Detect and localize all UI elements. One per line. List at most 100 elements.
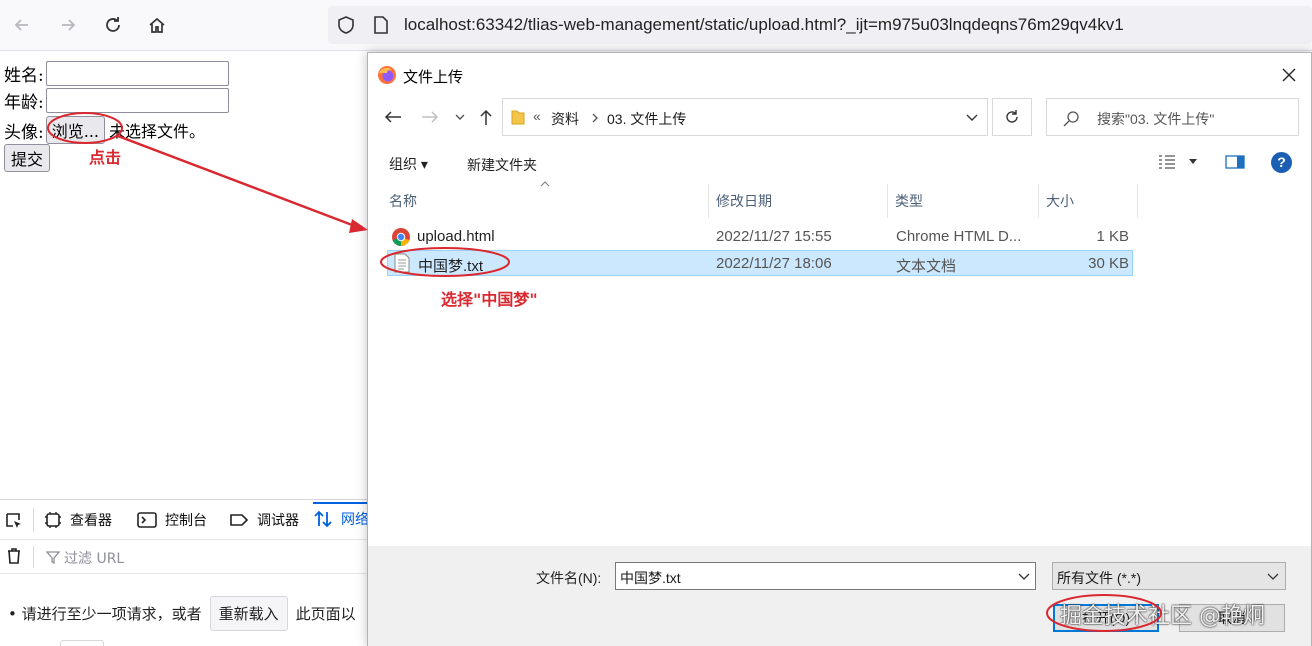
view-list-icon[interactable] — [1158, 154, 1176, 170]
url-text[interactable]: localhost:63342/tlias-web-management/sta… — [404, 15, 1124, 35]
reload-icon — [106, 17, 120, 32]
up-arrow-icon[interactable] — [478, 108, 494, 126]
folder-icon — [511, 110, 525, 125]
back-button[interactable] — [9, 12, 35, 38]
refresh-icon — [1006, 110, 1018, 123]
file-upload-dialog: 文件上传 « 资料 03. 文件上传 搜索"03. 文件上传" 组织 ▾ 新建文… — [367, 52, 1312, 646]
filter-url-input[interactable]: 过滤 URL — [64, 548, 124, 568]
filename-input[interactable]: 中国梦.txt — [615, 562, 1036, 590]
reload-button[interactable] — [100, 12, 126, 38]
dialog-title: 文件上传 — [403, 69, 464, 86]
shield-icon[interactable] — [336, 15, 356, 35]
message-prefix: • 请进行至少一项请求，或者 — [8, 605, 202, 623]
organize-menu[interactable]: 组织 ▾ — [389, 154, 428, 174]
recent-chevron-down-icon[interactable] — [454, 112, 466, 122]
file-size: 1 KB — [1096, 228, 1129, 245]
search-placeholder: 搜索"03. 文件上传" — [1097, 111, 1215, 127]
avatar-row: 头像: 浏览... 未选择文件。 — [4, 116, 205, 144]
arrow-right-icon — [62, 19, 76, 31]
network-arrows-icon — [314, 510, 332, 528]
file-name: 中国梦.txt — [418, 258, 484, 275]
element-picker-icon[interactable] — [4, 511, 24, 531]
message-suffix: 此页面以 — [295, 605, 356, 623]
address-bar[interactable]: localhost:63342/tlias-web-management/sta… — [328, 6, 1312, 44]
age-row: 年龄: — [4, 88, 229, 113]
select-annotation: 选择"中国梦" — [441, 290, 538, 309]
new-folder-button[interactable]: 新建文件夹 — [467, 155, 537, 175]
file-date: 2022/11/27 18:06 — [716, 255, 832, 272]
firefox-icon — [378, 66, 396, 84]
filename-label: 文件名(N): — [536, 570, 602, 586]
file-date: 2022/11/27 15:55 — [716, 228, 832, 245]
breadcrumb-item-resources[interactable]: 资料 — [551, 109, 579, 129]
reload-page-button[interactable]: 重新载入 — [209, 596, 288, 631]
arrow-head — [349, 219, 368, 233]
watermark: 掘金技术社区 @艳炯 — [1060, 604, 1265, 629]
browse-button[interactable]: 浏览... — [45, 116, 105, 144]
column-date[interactable]: 修改日期 — [716, 191, 772, 211]
click-annotation: 点击 — [89, 148, 122, 167]
browser-toolbar: localhost:63342/tlias-web-management/sta… — [0, 0, 1312, 51]
submit-row: 提交 — [4, 144, 51, 172]
tab-inspector[interactable]: 查看器 — [44, 504, 112, 536]
forward-arrow-icon[interactable] — [420, 109, 440, 125]
file-name: upload.html — [417, 228, 495, 245]
tab-debugger-label: 调试器 — [257, 512, 299, 528]
breadcrumb-item-current[interactable]: 03. 文件上传 — [607, 109, 686, 129]
close-icon[interactable] — [1281, 67, 1297, 83]
forward-button[interactable] — [55, 12, 81, 38]
age-label: 年龄: — [4, 93, 44, 113]
filename-dropdown-icon[interactable] — [1018, 573, 1030, 581]
no-file-text: 未选择文件。 — [109, 122, 206, 141]
filetype-chevron-down-icon — [1267, 573, 1279, 580]
debugger-icon — [230, 514, 249, 526]
filter-icon — [46, 551, 60, 564]
text-file-icon — [394, 253, 410, 273]
search-icon — [1063, 111, 1079, 127]
file-type: Chrome HTML D... — [896, 228, 1022, 245]
column-type[interactable]: 类型 — [895, 191, 923, 211]
tab-inspector-label: 查看器 — [70, 512, 112, 528]
name-label: 姓名: — [4, 66, 44, 86]
filetype-value: 所有文件 (*.*) — [1057, 570, 1141, 586]
preview-pane-icon[interactable] — [1225, 154, 1245, 170]
refresh-button[interactable] — [992, 98, 1032, 136]
back-arrow-icon[interactable] — [383, 109, 403, 125]
age-input[interactable] — [45, 88, 229, 113]
submit-button[interactable]: 提交 — [4, 144, 51, 172]
file-row-upload-html[interactable]: upload.html 2022/11/27 15:55 Chrome HTML… — [387, 224, 1133, 250]
tab-console[interactable]: 控制台 — [137, 504, 207, 536]
tab-console-label: 控制台 — [165, 512, 207, 528]
name-input[interactable] — [45, 61, 229, 86]
breadcrumb-overflow[interactable]: « — [533, 108, 541, 124]
chrome-icon — [392, 228, 410, 246]
history-chevron-down-icon[interactable] — [965, 113, 979, 123]
column-name[interactable]: 名称 — [389, 191, 417, 211]
arrow-line — [117, 134, 361, 230]
inspector-icon — [45, 512, 61, 528]
tab-network-label: 网络 — [341, 511, 369, 527]
view-options-chevron-icon[interactable] — [1188, 158, 1198, 166]
avatar-label: 头像: — [4, 122, 44, 143]
breadcrumb-bar[interactable]: « 资料 03. 文件上传 — [502, 98, 988, 136]
file-size: 30 KB — [1088, 255, 1129, 272]
sort-ascending-icon — [540, 181, 550, 187]
column-size[interactable]: 大小 — [1046, 191, 1074, 211]
console-icon — [137, 512, 157, 528]
arrow-left-icon — [14, 19, 28, 31]
devtools-empty-message: • 请进行至少一项请求，或者 重新载入 此页面以 — [8, 596, 356, 631]
file-type: 文本文档 — [896, 258, 957, 275]
filename-value: 中国梦.txt — [620, 570, 681, 586]
chevron-right-icon — [592, 113, 598, 123]
search-box[interactable]: 搜索"03. 文件上传" — [1046, 98, 1299, 136]
dialog-footer: 文件名(N): 中国梦.txt 所有文件 (*.*) 打开(O) 取消 — [368, 546, 1311, 646]
page-icon[interactable] — [372, 15, 390, 35]
tab-debugger[interactable]: 调试器 — [229, 504, 299, 536]
filetype-select[interactable]: 所有文件 (*.*) — [1052, 562, 1286, 590]
home-icon — [149, 17, 165, 33]
home-button[interactable] — [144, 12, 170, 38]
file-row-chinese-dream-txt[interactable]: 中国梦.txt 2022/11/27 18:06 文本文档 30 KB — [387, 250, 1133, 276]
help-icon[interactable]: ? — [1271, 152, 1292, 173]
trash-icon[interactable] — [6, 547, 22, 565]
tab-network[interactable]: 网络 — [313, 502, 373, 534]
